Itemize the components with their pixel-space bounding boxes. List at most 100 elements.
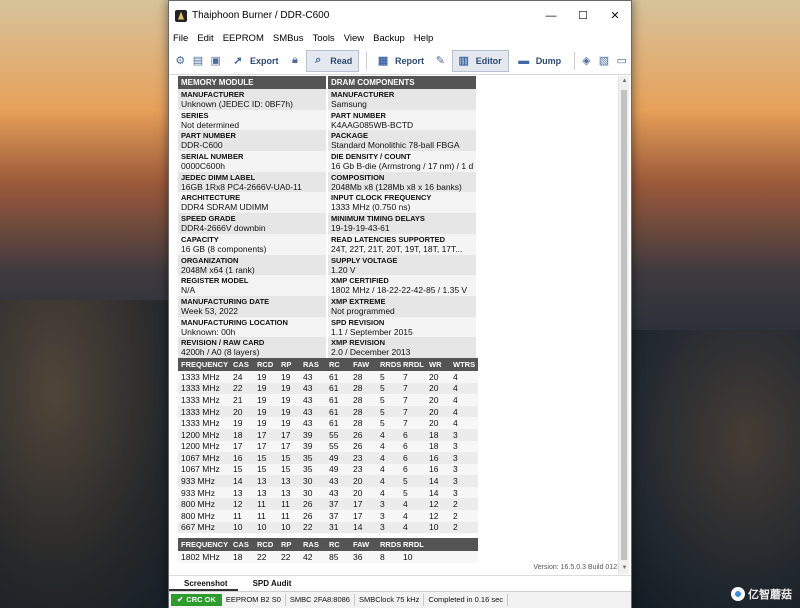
table-cell: 19 (254, 382, 278, 395)
info-label: SERIAL NUMBER (181, 152, 244, 162)
timing-row: 1067 MHz 16 15 15 35 49 23 4 6 16 3 (178, 452, 478, 464)
watermark: 亿智蘑菇 (731, 586, 792, 602)
editor-button[interactable]: ▥ Editor (451, 49, 509, 72)
table-cell: 55 (326, 428, 350, 441)
table-cell: 12 (426, 498, 450, 511)
wrench-icon[interactable]: ✎ (434, 53, 447, 69)
timing-header-row: FREQUENCY CAS RCD RP RAS RC FAW RRDS RRDL WR WTRS (178, 357, 478, 371)
eeprom-status: EEPROM B2 S0 (222, 594, 286, 606)
table-cell: 17 (350, 510, 377, 522)
table-cell: 15 (278, 452, 300, 464)
table-cell: 800 MHz (178, 510, 230, 522)
table-cell: 2 (450, 498, 478, 511)
main-content: MEMORY MODULE DRAM COMPONENTS MANUFACTUR… (169, 76, 631, 574)
dram-info-cell: COMPOSITION 2048Mb x8 (128Mb x8 x 16 bank… (328, 171, 478, 193)
table-cell: 61 (326, 382, 350, 395)
document-icon[interactable]: ▧ (598, 53, 611, 69)
table-cell: 800 MHz (178, 498, 230, 511)
info-value: DDR-C600 (181, 140, 223, 151)
vertical-scrollbar[interactable]: ▲ ▼ (618, 76, 629, 574)
module-info-cell: ORGANIZATION 2048M x64 (1 rank) (178, 254, 328, 276)
column-header: RRDS (377, 538, 401, 552)
table-cell: 11 (254, 510, 278, 522)
column-header: RCD (254, 357, 278, 371)
menu-eeprom[interactable]: EEPROM (223, 33, 264, 44)
column-header: FREQUENCY (178, 357, 230, 371)
info-row: JEDEC DIMM LABEL 16GB 1Rx8 PC4-2666V-UA0-… (178, 171, 478, 193)
smbclock-status: SMBClock 75 kHz (355, 594, 425, 606)
menu-tools[interactable]: Tools (313, 33, 335, 44)
scroll-down-icon[interactable]: ▼ (619, 563, 630, 574)
table-cell: 19 (278, 394, 300, 406)
report-button[interactable]: ▦ Report (372, 50, 430, 72)
info-label: XMP EXTREME (331, 296, 386, 306)
table-cell: 4 (450, 405, 478, 418)
read-button[interactable]: ⌕ Read (306, 49, 360, 72)
tab-screenshot[interactable]: Screenshot (169, 576, 238, 591)
open-folder-icon[interactable]: ▤ (192, 53, 205, 69)
close-button[interactable]: ✕ (599, 1, 631, 30)
info-label: COMPOSITION (331, 172, 385, 182)
save-icon[interactable]: ▣ (209, 53, 222, 69)
bottom-tabs: Screenshot SPD Audit (169, 575, 631, 591)
table-cell: 4 (377, 452, 400, 464)
minimize-button[interactable]: — (535, 1, 567, 30)
timing-row: 1333 MHz 21 19 19 43 61 28 5 7 20 4 (178, 394, 478, 406)
module-info-cell: SERIES Not determined (178, 109, 328, 131)
column-header: RRDL (400, 357, 426, 371)
info-value: Week 53, 2022 (181, 305, 239, 316)
tab-spd-audit[interactable]: SPD Audit (238, 576, 302, 591)
table-cell: 17 (254, 440, 278, 453)
menu-file[interactable]: File (173, 33, 188, 44)
table-cell: 4 (450, 394, 478, 406)
timing-row: 933 MHz 13 13 13 30 43 20 4 5 14 3 (178, 486, 478, 499)
connect-icon[interactable]: ⚙ (174, 53, 187, 69)
scroll-thumb[interactable] (621, 90, 627, 560)
module-info-cell: SERIAL NUMBER 0000C600h (178, 151, 328, 172)
column-header-filler (426, 538, 478, 552)
chip-icon[interactable]: ◈ (580, 53, 593, 69)
table-cell: 4 (377, 463, 400, 476)
menu-help[interactable]: Help (414, 33, 434, 44)
menu-edit[interactable]: Edit (197, 33, 213, 44)
table-cell: 15 (278, 463, 300, 476)
table-cell: 20 (350, 486, 377, 499)
table-cell: 19 (254, 405, 278, 418)
info-value: Standard Monolithic 78-ball FBGA (331, 140, 460, 151)
menu-smbus[interactable]: SMBus (273, 33, 304, 44)
column-header: WR (426, 357, 450, 371)
monitor-icon[interactable]: ▭ (615, 53, 628, 69)
menu-view[interactable]: View (344, 33, 364, 44)
info-label: SPEED GRADE (181, 214, 236, 224)
dump-button[interactable]: ▬ Dump (513, 50, 568, 72)
info-row: MANUFACTURER Unknown (JEDEC ID: 0BF7h) MAN… (178, 89, 478, 110)
info-label: MANUFACTURING DATE (181, 296, 270, 306)
maximize-button[interactable]: ☐ (567, 1, 599, 30)
scroll-up-icon[interactable]: ▲ (619, 76, 630, 87)
module-info-cell: MANUFACTURER Unknown (JEDEC ID: 0BF7h) (178, 89, 328, 110)
info-label: PART NUMBER (181, 131, 236, 141)
info-value: 2.0 / December 2013 (331, 347, 411, 358)
editor-label: Editor (475, 55, 502, 66)
info-row: SERIAL NUMBER 0000C600h DIE DENSITY / COUN… (178, 151, 478, 172)
table-cell: 7 (400, 417, 426, 429)
table-cell: 18 (230, 428, 254, 441)
title-bar[interactable]: Thaiphoon Burner / DDR-C600 — ☐ ✕ (169, 1, 631, 30)
info-value: 1802 MHz / 18-22-22-42-85 / 1.35 V (331, 285, 468, 296)
table-cell: 49 (326, 463, 350, 476)
crc-status-text: CRC OK (186, 595, 216, 604)
table-cell: 28 (350, 382, 377, 395)
window-title: Thaiphoon Burner / DDR-C600 (192, 10, 330, 21)
timing-row: 1067 MHz 15 15 15 35 49 23 4 6 16 3 (178, 463, 478, 476)
table-cell: 667 MHz (178, 521, 230, 534)
table-cell: 13 (254, 486, 278, 499)
lock-icon[interactable]: 🔒︎ (289, 53, 302, 69)
column-header: FREQUENCY (178, 538, 230, 552)
export-button[interactable]: ➚ Export (227, 50, 285, 72)
table-cell: 7 (400, 394, 426, 406)
table-cell: 6 (400, 463, 426, 476)
read-label: Read (330, 55, 353, 66)
table-cell: 35 (300, 452, 326, 464)
timing-row: 1333 MHz 20 19 19 43 61 28 5 7 20 4 (178, 405, 478, 418)
menu-backup[interactable]: Backup (373, 33, 405, 44)
